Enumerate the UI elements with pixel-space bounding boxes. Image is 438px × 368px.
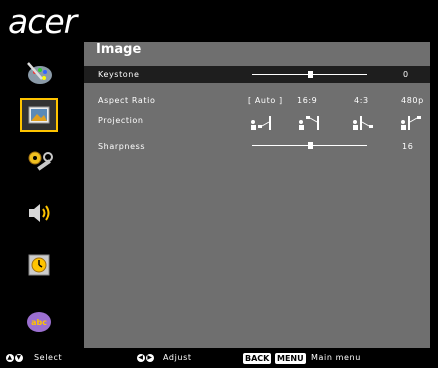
svg-text:abc: abc <box>31 318 47 327</box>
back-key[interactable]: BACK <box>243 353 272 364</box>
aspect-option-4-3[interactable]: 4:3 <box>354 96 369 105</box>
rear-ceiling-projection-icon[interactable] <box>400 114 422 132</box>
left-right-keys-icon: ◀ ▶ <box>137 354 154 362</box>
keystone-slider-thumb[interactable] <box>307 71 313 78</box>
keystone-value: 0 <box>403 70 409 79</box>
audio-icon[interactable] <box>18 192 60 234</box>
sidebar: abc <box>0 42 78 350</box>
menu-row-sharpness[interactable]: Sharpness 16 <box>84 138 430 155</box>
up-down-keys-icon: ▲ ▼ <box>6 354 23 362</box>
front-desk-projection-icon[interactable] <box>250 114 272 132</box>
menu-key[interactable]: MENU <box>275 353 306 364</box>
aspect-option-16-9[interactable]: 16:9 <box>297 96 317 105</box>
rear-desk-projection-icon[interactable] <box>352 114 374 132</box>
aspect-option-auto[interactable]: [ Auto ] <box>248 96 283 105</box>
timer-icon[interactable] <box>18 244 60 286</box>
adjust-hint: Adjust <box>163 353 192 362</box>
select-hint: Select <box>34 353 63 362</box>
sharpness-label: Sharpness <box>98 142 146 151</box>
aspect-ratio-label: Aspect Ratio <box>98 96 156 105</box>
projection-label: Projection <box>98 116 144 125</box>
sharpness-slider-thumb[interactable] <box>307 142 313 149</box>
menu-row-aspect-ratio[interactable]: Aspect Ratio [ Auto ] 16:9 4:3 480p <box>84 92 430 109</box>
selection-frame <box>20 98 58 132</box>
menu-row-projection[interactable]: Projection <box>84 112 430 134</box>
main-menu-hint: Main menu <box>311 353 361 362</box>
footer-hints: ▲ ▼ Select ◀ ▶ Adjust BACK MENU Main menu <box>0 348 438 368</box>
color-icon[interactable] <box>18 52 60 94</box>
sharpness-value: 16 <box>402 142 414 151</box>
language-icon[interactable]: abc <box>18 300 60 342</box>
keystone-label: Keystone <box>98 70 140 79</box>
panel-title: Image <box>96 42 142 57</box>
acer-logo: acer <box>8 2 77 41</box>
front-ceiling-projection-icon[interactable] <box>298 114 320 132</box>
menu-panel <box>84 42 430 348</box>
menu-row-keystone[interactable]: Keystone 0 <box>84 66 430 83</box>
aspect-option-480p[interactable]: 480p <box>401 96 424 105</box>
settings-icon[interactable] <box>18 141 60 183</box>
image-icon[interactable] <box>9 92 69 138</box>
